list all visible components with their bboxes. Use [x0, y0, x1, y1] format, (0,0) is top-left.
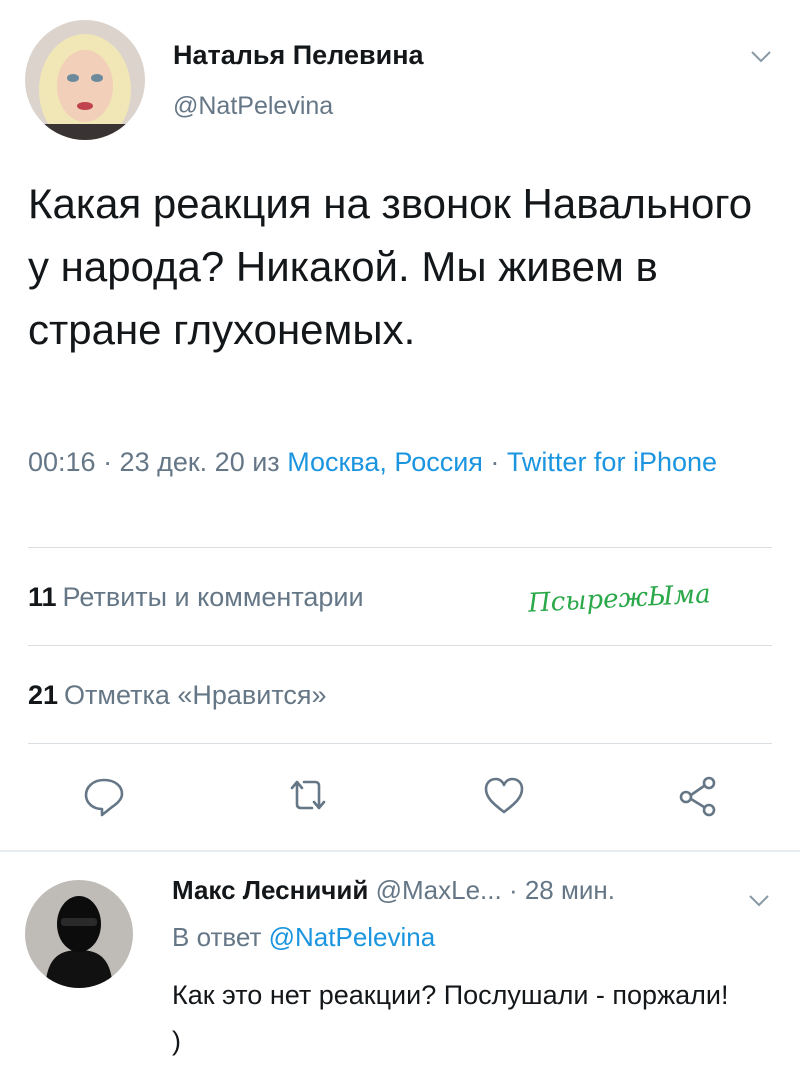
reply-author-name[interactable]: Макс Лесничий [172, 875, 368, 905]
tweet-text: Какая реакция на звонок Навального у нар… [28, 180, 753, 353]
tweet-location[interactable]: Москва, Россия [287, 447, 483, 477]
tweet-meta: 00:16 · 23 дек. 20 из Москва, Россия · T… [28, 438, 778, 487]
chevron-down-icon[interactable] [748, 884, 770, 915]
divider [28, 547, 772, 548]
likes-stat[interactable]: 21 Отметка «Нравится» [28, 680, 327, 711]
likes-count: 21 [28, 680, 59, 710]
in-reply-to: В ответ @NatPelevina [172, 922, 435, 953]
meta-separator: · [482, 447, 507, 477]
retweets-label: Ретвиты и комментарии [62, 582, 364, 612]
chevron-down-icon[interactable] [750, 40, 772, 71]
share-icon[interactable] [672, 770, 724, 822]
divider [28, 645, 772, 646]
watermark: ПсырежЫма [527, 579, 712, 619]
reply-header: Макс Лесничий @MaxLe... · 28 мин. [172, 875, 615, 906]
divider [28, 743, 772, 744]
reply-text: Как это нет реакции? Послушали - поржали… [172, 980, 729, 1056]
in-reply-handle[interactable]: @NatPelevina [269, 922, 436, 952]
tweet-source[interactable]: Twitter for iPhone [507, 447, 717, 477]
retweets-count: 11 [28, 582, 57, 612]
in-reply-prefix: В ответ [172, 922, 269, 952]
section-separator [0, 850, 800, 852]
action-bar [0, 770, 800, 830]
like-icon[interactable] [478, 770, 530, 822]
retweets-stat[interactable]: 11 Ретвиты и комментарии [28, 582, 364, 613]
author-handle[interactable]: @NatPelevina [173, 92, 333, 121]
retweet-icon[interactable] [282, 770, 334, 822]
reply-time: · 28 мин. [508, 875, 615, 905]
author-avatar[interactable] [25, 20, 145, 140]
likes-label: Отметка «Нравится» [64, 680, 327, 710]
author-name[interactable]: Наталья Пелевина [173, 40, 424, 71]
reply-author-handle[interactable]: @MaxLe... [376, 875, 502, 905]
reply-avatar[interactable] [25, 880, 133, 988]
reply-icon[interactable] [78, 770, 130, 822]
tweet-time: 00:16 · 23 дек. 20 из [28, 447, 288, 477]
